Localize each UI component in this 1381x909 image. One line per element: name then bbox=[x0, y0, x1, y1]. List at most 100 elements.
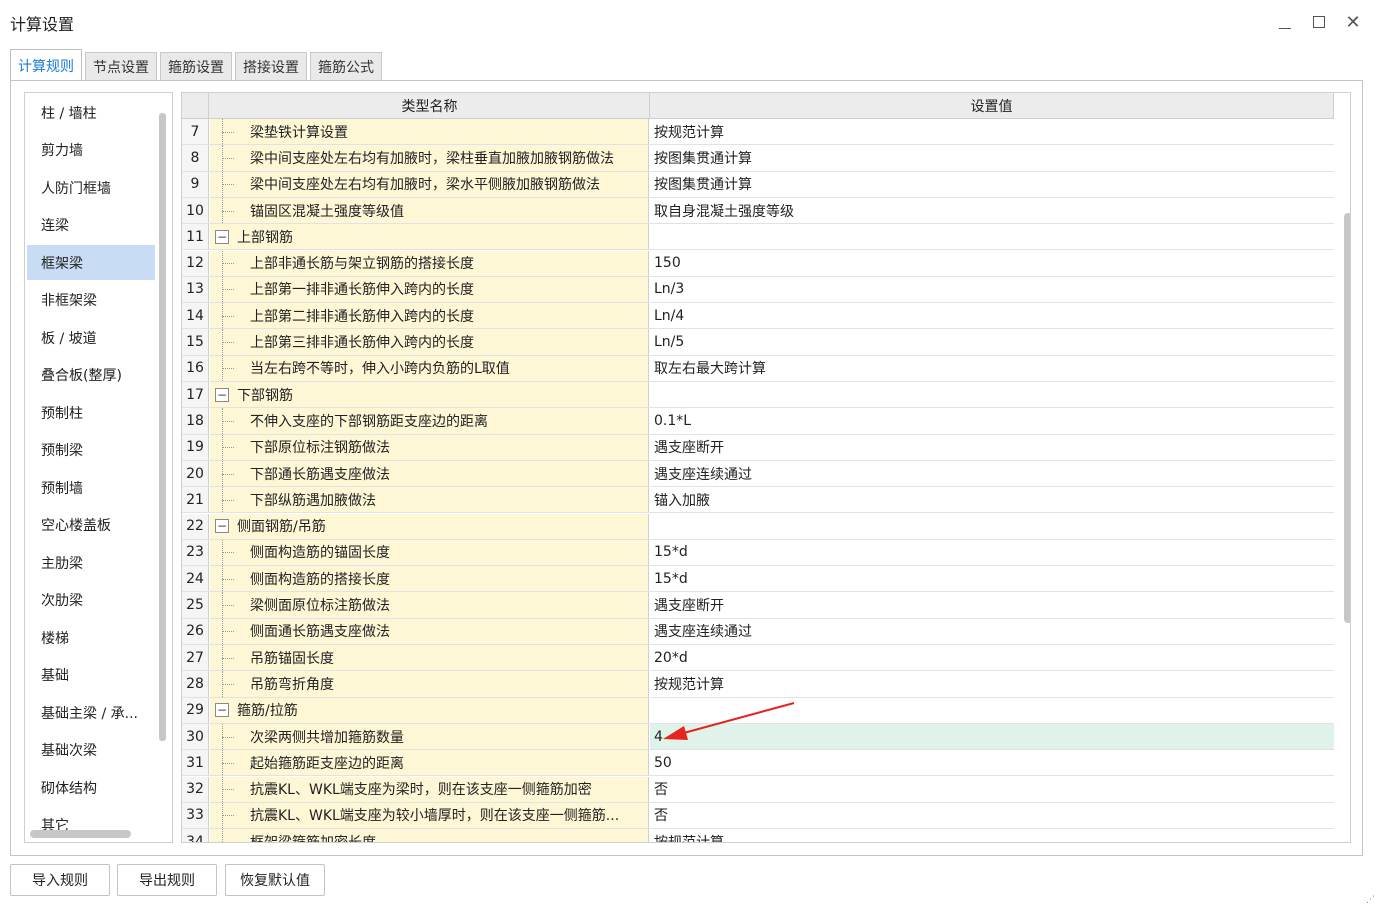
collapse-icon[interactable]: − bbox=[215, 519, 229, 534]
setting-value-cell[interactable]: Ln/3 bbox=[650, 277, 1334, 302]
type-name-cell[interactable]: 当左右跨不等时，伸入小跨内负筋的L取值 bbox=[210, 355, 649, 381]
type-name-cell[interactable]: 上部第二排非通长筋伸入跨内的长度 bbox=[210, 303, 649, 329]
type-name-cell[interactable]: 梁中间支座处左右均有加腋时，梁柱垂直加腋加腋钢筋做法 bbox=[210, 145, 649, 171]
setting-value-cell[interactable]: Ln/5 bbox=[650, 329, 1334, 354]
table-row[interactable]: 8 梁中间支座处左右均有加腋时，梁柱垂直加腋加腋钢筋做法 按图集贯通计算 bbox=[182, 145, 1334, 172]
close-button[interactable]: ✕ bbox=[1340, 9, 1366, 35]
type-name-cell[interactable]: 侧面通长筋遇支座做法 bbox=[210, 618, 649, 644]
table-row[interactable]: 7 梁垫铁计算设置 按规范计算 bbox=[182, 119, 1334, 146]
table-row[interactable]: 20 下部通长筋遇支座做法 遇支座连续通过 bbox=[182, 460, 1334, 488]
setting-value-cell[interactable]: 150 bbox=[650, 251, 1334, 276]
setting-value-cell[interactable]: 4 bbox=[650, 723, 1334, 750]
setting-value-cell[interactable]: 按规范计算 bbox=[650, 671, 1334, 696]
sidebar-item[interactable]: 基础次梁 bbox=[27, 733, 155, 768]
table-row[interactable]: 32 抗震KL、WKL端支座为梁时，则在该支座一侧箍筋加密 否 bbox=[182, 776, 1334, 803]
setting-value-cell[interactable]: 锚入加腋 bbox=[650, 487, 1334, 512]
sidebar-item[interactable]: 非框架梁 bbox=[27, 283, 155, 318]
sidebar-item[interactable]: 主肋梁 bbox=[27, 545, 155, 580]
tab-stirrup-settings[interactable]: 箍筋设置 bbox=[160, 52, 232, 80]
type-name-cell[interactable]: − 上部钢筋 bbox=[210, 224, 649, 250]
setting-value-cell[interactable]: 按图集贯通计算 bbox=[650, 145, 1334, 170]
sidebar-item[interactable]: 板 / 坡道 bbox=[27, 320, 155, 355]
type-name-cell[interactable]: − 侧面钢筋/吊筋 bbox=[210, 513, 649, 539]
sidebar-item[interactable]: 预制梁 bbox=[27, 433, 155, 468]
collapse-icon[interactable]: − bbox=[215, 703, 229, 718]
setting-value-cell[interactable]: 取左右最大跨计算 bbox=[650, 356, 1334, 381]
export-rules-button[interactable]: 导出规则 bbox=[117, 864, 217, 896]
sidebar-item[interactable]: 人防门框墙 bbox=[27, 170, 155, 205]
setting-value-cell[interactable] bbox=[650, 698, 1334, 723]
sidebar-item[interactable]: 框架梁 bbox=[27, 245, 155, 280]
restore-defaults-button[interactable]: 恢复默认值 bbox=[225, 864, 325, 896]
grid-vertical-scrollbar[interactable] bbox=[1344, 213, 1350, 623]
type-name-cell[interactable]: 框架梁箍筋加密长度 bbox=[210, 829, 649, 842]
setting-value-cell[interactable]: 遇支座断开 bbox=[650, 435, 1334, 460]
setting-value-cell[interactable]: 按图集贯通计算 bbox=[650, 172, 1334, 197]
setting-value-cell[interactable]: 15*d bbox=[650, 566, 1334, 591]
sidebar-item[interactable]: 次肋梁 bbox=[27, 583, 155, 618]
setting-value-cell[interactable]: 遇支座断开 bbox=[650, 592, 1334, 617]
table-row[interactable]: 30 次梁两侧共增加箍筋数量 4 bbox=[182, 723, 1334, 751]
type-name-cell[interactable]: 抗震KL、WKL端支座为梁时，则在该支座一侧箍筋加密 bbox=[210, 776, 649, 802]
table-row[interactable]: 27 吊筋锚固长度 20*d bbox=[182, 645, 1334, 672]
type-name-cell[interactable]: 梁中间支座处左右均有加腋时，梁水平侧腋加腋钢筋做法 bbox=[210, 171, 649, 197]
table-row[interactable]: 10 锚固区混凝土强度等级值 取自身混凝土强度等级 bbox=[182, 197, 1334, 225]
type-name-cell[interactable]: 下部纵筋遇加腋做法 bbox=[210, 487, 649, 513]
sidebar-item[interactable]: 预制墙 bbox=[27, 470, 155, 505]
table-row[interactable]: 21 下部纵筋遇加腋做法 锚入加腋 bbox=[182, 487, 1334, 514]
table-row[interactable]: 33 抗震KL、WKL端支座为较小墙厚时，则在该支座一侧箍筋... 否 bbox=[182, 802, 1334, 830]
group-row[interactable]: 11− 上部钢筋 bbox=[182, 224, 1334, 251]
sidebar-item[interactable]: 连梁 bbox=[27, 208, 155, 243]
table-row[interactable]: 31 起始箍筋距支座边的距离 50 bbox=[182, 750, 1334, 777]
type-name-cell[interactable]: 吊筋锚固长度 bbox=[210, 645, 649, 671]
type-name-cell[interactable]: 下部原位标注钢筋做法 bbox=[210, 434, 649, 460]
sidebar-item[interactable]: 剪力墙 bbox=[27, 133, 155, 168]
resize-grip-icon[interactable]: ⋰ bbox=[1366, 896, 1376, 906]
tab-calc-rules[interactable]: 计算规则 bbox=[10, 49, 82, 81]
table-row[interactable]: 12 上部非通长筋与架立钢筋的搭接长度 150 bbox=[182, 250, 1334, 277]
table-row[interactable]: 28 吊筋弯折角度 按规范计算 bbox=[182, 671, 1334, 698]
group-row[interactable]: 29− 箍筋/拉筋 bbox=[182, 697, 1334, 724]
minimize-button[interactable] bbox=[1272, 9, 1298, 35]
table-row[interactable]: 25 梁侧面原位标注筋做法 遇支座断开 bbox=[182, 592, 1334, 619]
table-row[interactable]: 18 不伸入支座的下部钢筋距支座边的距离 0.1*L bbox=[182, 408, 1334, 435]
column-header-type-name[interactable]: 类型名称 bbox=[210, 93, 650, 119]
group-row[interactable]: 22− 侧面钢筋/吊筋 bbox=[182, 513, 1334, 540]
collapse-icon[interactable]: − bbox=[215, 387, 229, 402]
sidebar-item[interactable]: 柱 / 墙柱 bbox=[27, 95, 155, 130]
sidebar-vertical-scrollbar[interactable] bbox=[159, 113, 166, 741]
sidebar-item[interactable]: 空心楼盖板 bbox=[27, 508, 155, 543]
table-row[interactable]: 26 侧面通长筋遇支座做法 遇支座连续通过 bbox=[182, 618, 1334, 645]
setting-value-cell[interactable] bbox=[650, 514, 1334, 539]
table-row[interactable]: 19 下部原位标注钢筋做法 遇支座断开 bbox=[182, 434, 1334, 461]
tab-lap-settings[interactable]: 搭接设置 bbox=[235, 52, 307, 80]
type-name-cell[interactable]: 梁侧面原位标注筋做法 bbox=[210, 592, 649, 618]
sidebar-item[interactable]: 叠合板(整厚) bbox=[27, 358, 155, 393]
sidebar-item[interactable]: 楼梯 bbox=[27, 620, 155, 655]
table-row[interactable]: 15 上部第三排非通长筋伸入跨内的长度 Ln/5 bbox=[182, 329, 1334, 356]
setting-value-cell[interactable]: 15*d bbox=[650, 540, 1334, 565]
type-name-cell[interactable]: 下部通长筋遇支座做法 bbox=[210, 460, 649, 487]
column-header-setting-value[interactable]: 设置值 bbox=[650, 93, 1334, 119]
type-name-cell[interactable]: 起始箍筋距支座边的距离 bbox=[210, 750, 649, 776]
collapse-icon[interactable]: − bbox=[215, 229, 229, 244]
setting-value-cell[interactable] bbox=[650, 382, 1334, 407]
sidebar-item[interactable]: 基础主梁 / 承... bbox=[27, 695, 155, 730]
type-name-cell[interactable]: 锚固区混凝土强度等级值 bbox=[210, 197, 649, 224]
setting-value-cell[interactable]: 遇支座连续通过 bbox=[650, 461, 1334, 486]
setting-value-cell[interactable] bbox=[650, 224, 1334, 249]
setting-value-cell[interactable]: 取自身混凝土强度等级 bbox=[650, 198, 1334, 223]
table-row[interactable]: 14 上部第二排非通长筋伸入跨内的长度 Ln/4 bbox=[182, 303, 1334, 330]
table-row[interactable]: 9 梁中间支座处左右均有加腋时，梁水平侧腋加腋钢筋做法 按图集贯通计算 bbox=[182, 171, 1334, 198]
type-name-cell[interactable]: 侧面构造筋的搭接长度 bbox=[210, 566, 649, 592]
setting-value-cell[interactable]: 遇支座连续通过 bbox=[650, 619, 1334, 644]
tab-node-settings[interactable]: 节点设置 bbox=[85, 52, 157, 80]
table-row[interactable]: 24 侧面构造筋的搭接长度 15*d bbox=[182, 566, 1334, 593]
sidebar-horizontal-scrollbar[interactable] bbox=[30, 830, 131, 838]
type-name-cell[interactable]: 上部第三排非通长筋伸入跨内的长度 bbox=[210, 329, 649, 355]
type-name-cell[interactable]: 侧面构造筋的锚固长度 bbox=[210, 539, 649, 566]
type-name-cell[interactable]: 梁垫铁计算设置 bbox=[210, 119, 649, 145]
table-row[interactable]: 23 侧面构造筋的锚固长度 15*d bbox=[182, 539, 1334, 567]
setting-value-cell[interactable]: 50 bbox=[650, 750, 1334, 775]
setting-value-cell[interactable]: 按规范计算 bbox=[650, 119, 1334, 144]
